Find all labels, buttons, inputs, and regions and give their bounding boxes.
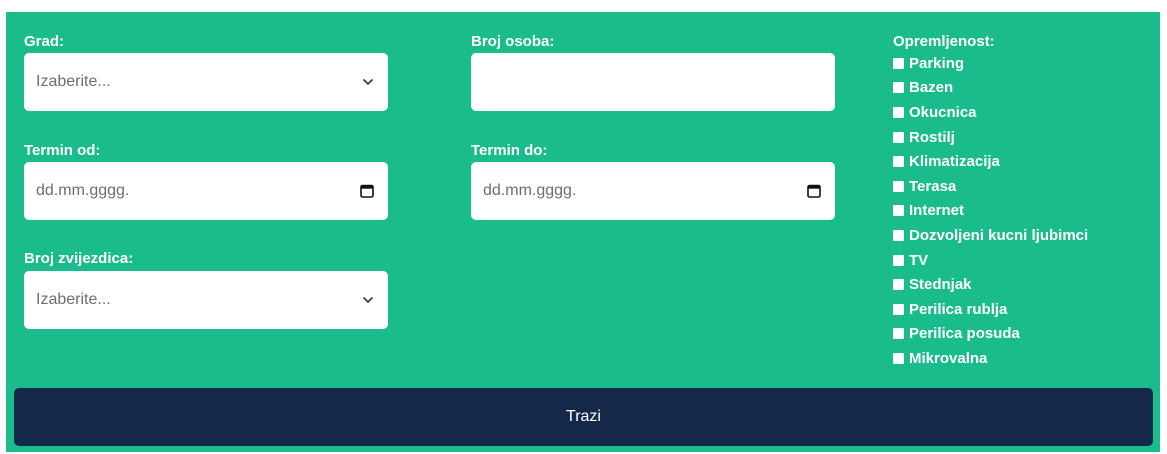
- date-to-input[interactable]: dd.mm.gggg.: [471, 162, 835, 220]
- amenity-label: Rostilj: [909, 128, 955, 146]
- checkbox[interactable]: [893, 328, 904, 340]
- checkbox[interactable]: [893, 229, 904, 241]
- amenity-label: Dozvoljeni kucni ljubimci: [909, 226, 1089, 244]
- checkbox[interactable]: [893, 82, 904, 94]
- stars-select-value: Izaberite...: [36, 291, 111, 308]
- amenity-label: Stednjak: [909, 276, 972, 294]
- checkbox[interactable]: [893, 131, 904, 143]
- amenity-checkbox-row[interactable]: Okucnica: [893, 100, 1153, 125]
- amenity-label: TV: [909, 251, 929, 269]
- checkbox[interactable]: [893, 106, 904, 118]
- amenity-checkbox-row[interactable]: TV: [893, 248, 1153, 273]
- amenity-checkbox-row[interactable]: Internet: [893, 199, 1153, 224]
- amenity-checkbox-row[interactable]: Klimatizacija: [893, 149, 1153, 174]
- checkbox[interactable]: [893, 205, 904, 217]
- date-from-label: Termin od:: [24, 142, 101, 159]
- amenity-label: Bazen: [909, 79, 954, 97]
- date-from-input[interactable]: dd.mm.gggg.: [24, 162, 388, 220]
- amenity-label: Terasa: [909, 177, 957, 195]
- checkbox[interactable]: [893, 180, 904, 192]
- checkbox[interactable]: [893, 156, 904, 168]
- calendar-icon[interactable]: [807, 184, 821, 198]
- amenity-checkbox-row[interactable]: Rostilj: [893, 125, 1153, 150]
- amenity-label: Perilica posuda: [909, 325, 1020, 343]
- amenity-checkbox-row[interactable]: Perilica posuda: [893, 322, 1153, 347]
- city-select[interactable]: Izaberite...: [24, 53, 388, 111]
- search-button[interactable]: Trazi: [14, 388, 1153, 446]
- amenities-list: Parking Bazen Okucnica Rostilj Klimatizacija…: [893, 51, 1153, 371]
- stars-select[interactable]: Izaberite...: [24, 271, 388, 329]
- persons-input[interactable]: [471, 53, 835, 111]
- amenity-checkbox-row[interactable]: Parking: [893, 51, 1153, 76]
- amenity-checkbox-row[interactable]: Stednjak: [893, 272, 1153, 297]
- date-to-placeholder: dd.mm.gggg.: [483, 182, 577, 199]
- date-from-placeholder: dd.mm.gggg.: [36, 182, 130, 199]
- amenity-label: Perilica rublja: [909, 300, 1008, 318]
- amenity-checkbox-row[interactable]: Perilica rublja: [893, 297, 1153, 322]
- amenities-group: Opremljenost: Parking Bazen Okucnica Rostil…: [893, 33, 1153, 371]
- calendar-icon[interactable]: [360, 184, 374, 198]
- checkbox[interactable]: [893, 254, 904, 266]
- amenity-label: Klimatizacija: [909, 153, 1000, 171]
- amenity-checkbox-row[interactable]: Mikrovalna: [893, 346, 1153, 371]
- amenity-checkbox-row[interactable]: Terasa: [893, 174, 1153, 199]
- checkbox[interactable]: [893, 279, 904, 291]
- persons-label: Broj osoba:: [471, 33, 555, 50]
- amenity-checkbox-row[interactable]: Bazen: [893, 76, 1153, 101]
- amenity-checkbox-row[interactable]: Dozvoljeni kucni ljubimci: [893, 223, 1153, 248]
- amenity-label: Parking: [909, 54, 965, 72]
- checkbox[interactable]: [893, 352, 904, 364]
- date-to-label: Termin do:: [471, 142, 548, 159]
- amenity-label: Okucnica: [909, 103, 977, 121]
- chevron-down-icon: [362, 78, 374, 86]
- checkbox[interactable]: [893, 57, 904, 69]
- checkbox[interactable]: [893, 303, 904, 315]
- city-select-value: Izaberite...: [36, 73, 111, 90]
- amenity-label: Mikrovalna: [909, 349, 988, 367]
- stars-label: Broj zvijezdica:: [24, 250, 134, 267]
- chevron-down-icon: [362, 296, 374, 304]
- amenity-label: Internet: [909, 202, 965, 220]
- city-label: Grad:: [24, 33, 65, 50]
- search-panel: Grad: Izaberite... Broj osoba: Termin od…: [6, 12, 1160, 452]
- amenities-title: Opremljenost:: [893, 33, 995, 50]
